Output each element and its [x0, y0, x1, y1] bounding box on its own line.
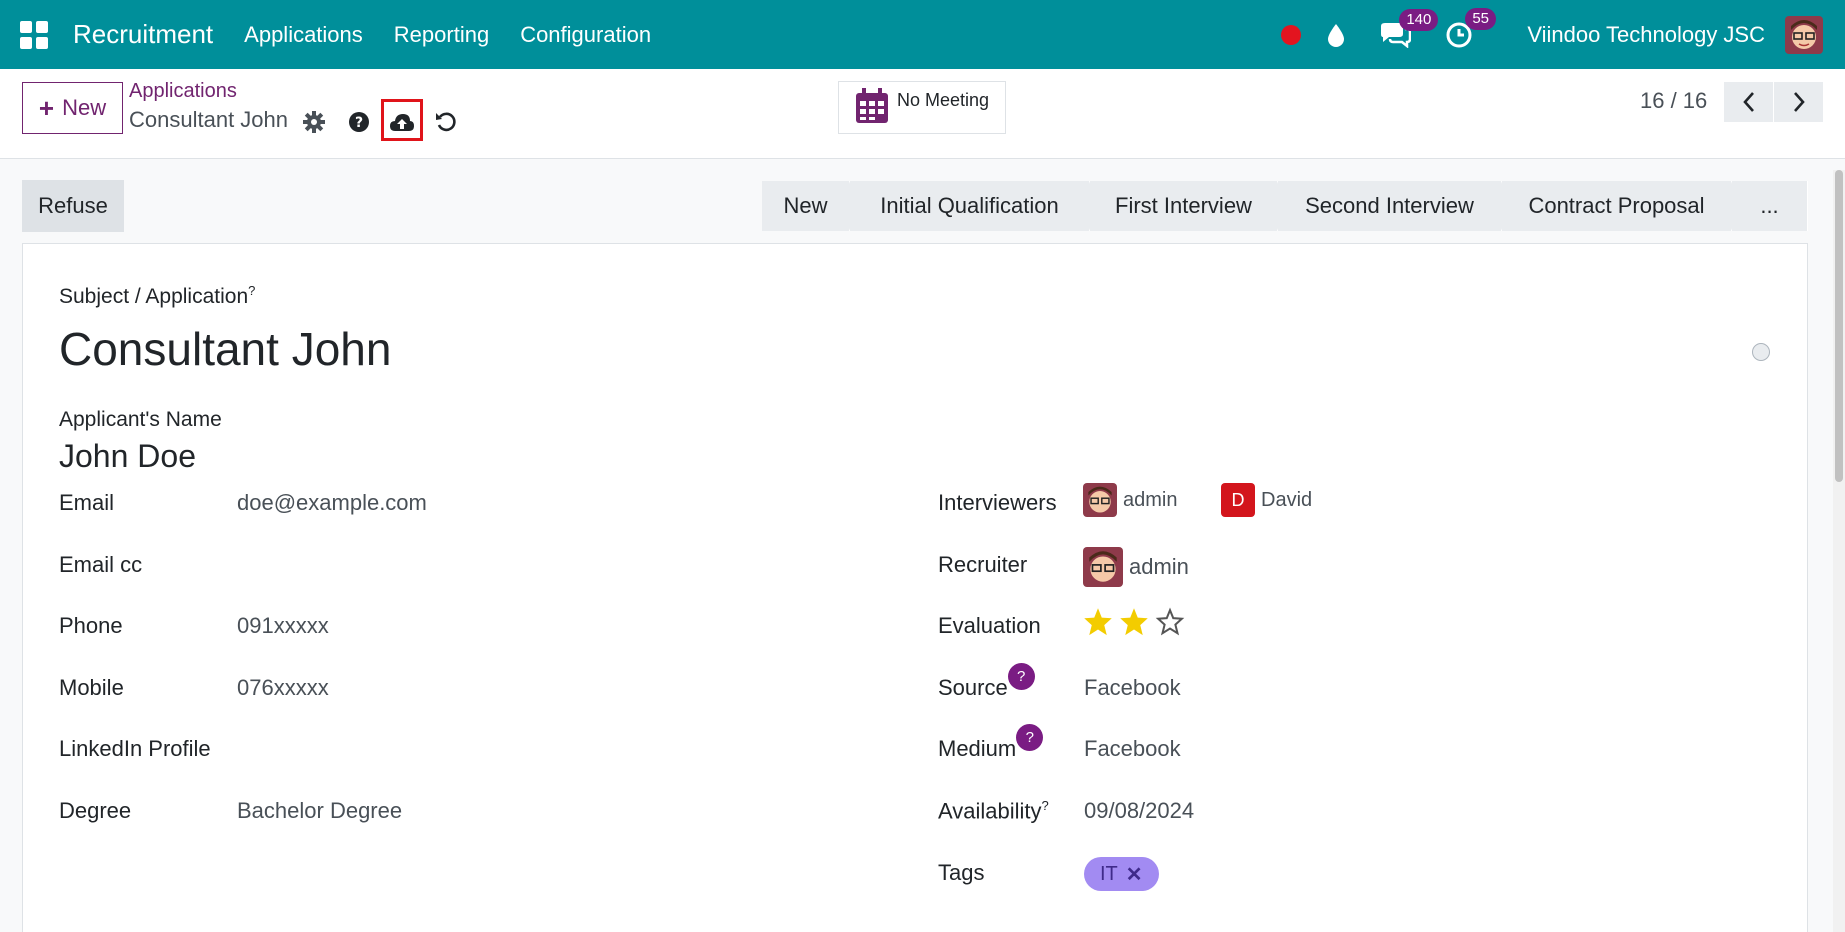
tag-it[interactable]: IT ✕: [1084, 857, 1159, 891]
medium-label: Medium?: [938, 724, 1044, 763]
stage-second-interview[interactable]: Second Interview: [1278, 181, 1510, 231]
messages-badge: 140: [1399, 8, 1439, 31]
availability-label: Availability?: [938, 798, 1049, 824]
svg-text:?: ?: [355, 115, 363, 131]
plus-icon: +: [38, 92, 55, 123]
stage-new[interactable]: New: [762, 181, 858, 231]
david-avatar: D: [1221, 483, 1255, 517]
applicant-name-field[interactable]: John Doe: [59, 438, 196, 475]
breadcrumb-current: Consultant John: [129, 107, 288, 132]
stage-more[interactable]: ...: [1732, 181, 1808, 231]
source-label: Source?: [938, 663, 1035, 702]
recruiter-name: admin: [1129, 554, 1189, 579]
email-field[interactable]: doe@example.com: [237, 490, 427, 516]
interviewer-chip-david[interactable]: D David: [1221, 483, 1312, 517]
top-navbar: Recruitment Applications Reporting Confi…: [0, 0, 1845, 69]
evaluation-label: Evaluation: [938, 613, 1041, 638]
tag-label: IT: [1100, 862, 1118, 885]
medium-help-icon[interactable]: ?: [1016, 724, 1044, 751]
medium-field[interactable]: Facebook: [1084, 736, 1181, 762]
applicant-name-label: Applicant's Name: [59, 408, 222, 431]
phone-label: Phone: [59, 613, 123, 638]
new-button-label: New: [62, 95, 107, 120]
recruiter-label: Recruiter: [938, 552, 1028, 577]
degree-label: Degree: [59, 798, 132, 823]
breadcrumb-applications[interactable]: Applications: [129, 80, 237, 103]
pager-value[interactable]: 16 / 16: [1640, 88, 1707, 114]
gear-icon[interactable]: [299, 107, 329, 137]
evaluation-stars: [1083, 607, 1185, 637]
star-empty-icon[interactable]: [1155, 607, 1185, 637]
mobile-field[interactable]: 076xxxxx: [237, 675, 329, 701]
activities-badge: 55: [1465, 7, 1496, 30]
subject-title-field[interactable]: Consultant John: [59, 322, 391, 376]
interviewer-chip-admin[interactable]: admin: [1083, 483, 1177, 517]
menu-applications[interactable]: Applications: [244, 22, 363, 48]
availability-field[interactable]: 09/08/2024: [1084, 798, 1194, 824]
new-button[interactable]: + New: [22, 82, 123, 134]
stage-initial-qualification[interactable]: Initial Qualification: [850, 181, 1098, 231]
email-cc-field[interactable]: [237, 552, 837, 578]
discard-undo-icon[interactable]: [431, 107, 461, 137]
recruiter-avatar: [1083, 547, 1123, 587]
interviewers-label: Interviewers: [938, 490, 1057, 515]
meeting-label: No Meeting: [897, 90, 990, 110]
scrollbar-thumb[interactable]: [1835, 170, 1843, 482]
stage-contract-proposal[interactable]: Contract Proposal: [1502, 181, 1740, 231]
refuse-button[interactable]: Refuse: [22, 180, 124, 232]
linkedin-field[interactable]: [237, 736, 837, 762]
availability-help-marker[interactable]: ?: [1042, 798, 1049, 813]
record-indicator-icon[interactable]: [1281, 24, 1302, 45]
messages-icon[interactable]: 140: [1379, 8, 1439, 48]
subject-help-marker[interactable]: ?: [248, 283, 255, 298]
tags-label: Tags: [938, 860, 985, 885]
apps-menu-icon[interactable]: [20, 20, 48, 49]
meeting-smart-button[interactable]: No Meeting: [838, 81, 1006, 134]
interviewer-name: admin: [1123, 488, 1178, 511]
pager-next-button[interactable]: [1774, 82, 1823, 122]
source-field[interactable]: Facebook: [1084, 675, 1181, 701]
company-switcher[interactable]: Viindoo Technology JSC: [1527, 22, 1765, 48]
stage-pipeline: New Initial Qualification First Intervie…: [762, 181, 1808, 231]
tag-remove-icon[interactable]: ✕: [1126, 862, 1143, 887]
menu-reporting[interactable]: Reporting: [394, 22, 489, 48]
calendar-icon: [856, 88, 888, 123]
stage-first-interview[interactable]: First Interview: [1090, 181, 1286, 231]
help-icon[interactable]: ?: [344, 107, 374, 137]
control-panel: + New Applications Consultant John ? No M…: [0, 69, 1845, 159]
pager-previous-button[interactable]: [1724, 82, 1773, 122]
interviewer-name: David: [1261, 488, 1313, 511]
source-help-icon[interactable]: ?: [1007, 663, 1035, 690]
subject-label: Subject / Application?: [59, 283, 256, 308]
star-filled-icon[interactable]: [1119, 607, 1149, 637]
linkedin-label: LinkedIn Profile: [59, 736, 211, 761]
email-cc-label: Email cc: [59, 552, 143, 577]
kanban-state-indicator[interactable]: [1752, 343, 1770, 361]
phone-field[interactable]: 091xxxxx: [237, 613, 329, 639]
page-scrollbar[interactable]: [1833, 170, 1845, 932]
water-drop-icon[interactable]: [1327, 23, 1345, 47]
degree-field[interactable]: Bachelor Degree: [237, 798, 402, 824]
email-label: Email: [59, 490, 115, 515]
recruiter-field[interactable]: admin: [1083, 547, 1189, 587]
cloud-upload-save-icon[interactable]: [387, 107, 417, 137]
chevron-right-icon: [1793, 92, 1805, 112]
admin-avatar: [1083, 483, 1117, 517]
activities-clock-icon[interactable]: 55: [1445, 7, 1496, 49]
app-name[interactable]: Recruitment: [73, 19, 213, 50]
user-avatar[interactable]: [1785, 15, 1823, 54]
mobile-label: Mobile: [59, 675, 124, 700]
star-filled-icon[interactable]: [1083, 607, 1113, 637]
chevron-left-icon: [1742, 92, 1754, 112]
menu-configuration[interactable]: Configuration: [520, 22, 651, 48]
